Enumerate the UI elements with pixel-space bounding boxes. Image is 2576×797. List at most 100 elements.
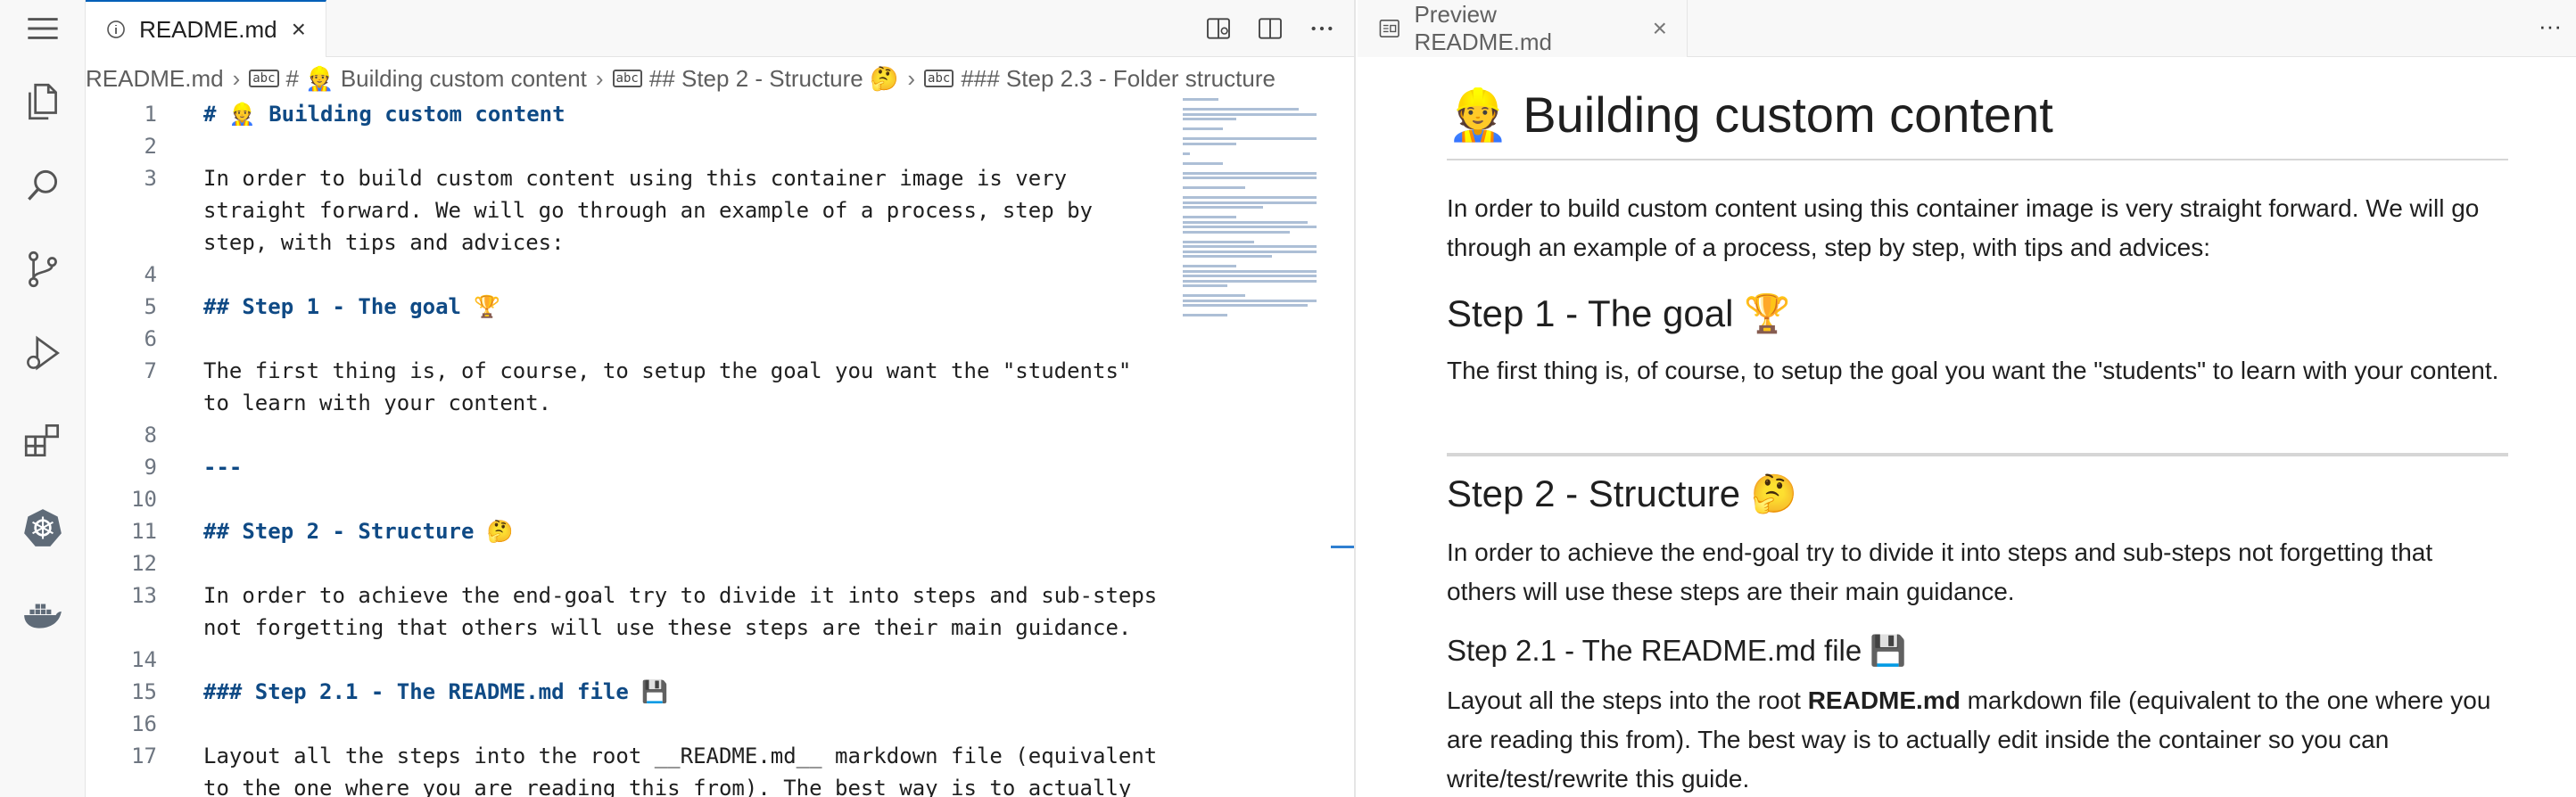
code-line[interactable]: 11 ## Step 2 - Structure 🤔	[86, 515, 1156, 547]
line-text: straight forward. We will go through an …	[203, 198, 1093, 223]
minimap-line	[1183, 196, 1317, 199]
minimap-line	[1183, 255, 1272, 258]
more-actions-icon[interactable]: ···	[2539, 12, 2562, 40]
line-text: ## Step 1 - The goal 🏆	[203, 294, 501, 319]
breadcrumb-file[interactable]: README.md	[86, 65, 224, 93]
minimap-line	[1183, 177, 1317, 179]
code-line[interactable]: not forgetting that others will use thes…	[86, 612, 1156, 644]
minimap-line	[1183, 299, 1317, 302]
close-icon[interactable]: ×	[1653, 14, 1667, 43]
line-number: 4	[144, 262, 157, 287]
open-preview-icon[interactable]	[1204, 14, 1233, 43]
minimap-line	[1183, 269, 1317, 273]
tab-readme-label: README.md	[139, 15, 277, 43]
minimap-line	[1183, 294, 1245, 297]
source-control-icon[interactable]	[20, 246, 66, 292]
code-line[interactable]: 13 In order to achieve the end-goal try t…	[86, 579, 1158, 612]
chevron-right-icon: ›	[907, 64, 916, 92]
code-line[interactable]: 5 ## Step 1 - The goal 🏆	[86, 291, 1156, 323]
line-number: 2	[144, 134, 157, 159]
minimap-line	[1183, 245, 1317, 248]
run-debug-icon[interactable]	[20, 330, 66, 376]
minimap-line	[1183, 220, 1308, 224]
tab-preview-readme[interactable]: Preview README.md ×	[1358, 0, 1688, 57]
line-text: step, with tips and advices:	[203, 230, 565, 255]
code-line[interactable]: 17 Layout all the steps into the root __R…	[86, 740, 1158, 772]
minimap-line	[1183, 137, 1317, 140]
code-line[interactable]: 12	[86, 547, 1156, 579]
code-line[interactable]: 1 # 👷 Building custom content	[86, 98, 1156, 130]
line-number: 14	[131, 647, 157, 672]
more-actions-icon[interactable]	[1308, 14, 1336, 43]
line-number: 7	[144, 358, 157, 383]
minimap-line	[1183, 186, 1245, 189]
code-line[interactable]: 4	[86, 259, 1156, 291]
code-line[interactable]: straight forward. We will go through an …	[86, 194, 1156, 226]
line-text: Layout all the steps into the root __REA…	[203, 744, 1158, 768]
explorer-icon[interactable]	[20, 78, 66, 125]
menu-icon[interactable]	[20, 5, 66, 52]
preview-h2-goal: Step 1 - The goal 🏆	[1447, 292, 1791, 334]
symbol-string-icon: abc	[249, 70, 279, 87]
code-line[interactable]: 10	[86, 483, 1156, 515]
chevron-right-icon: ›	[595, 64, 604, 92]
line-number: 5	[144, 294, 157, 319]
line-number: 10	[131, 487, 157, 512]
symbol-string-icon: abc	[612, 70, 642, 87]
code-line[interactable]: to the one where you are reading this fr…	[86, 772, 1156, 797]
line-text: # 👷 Building custom content	[203, 102, 566, 127]
code-line[interactable]: to learn with your content.	[86, 387, 1156, 419]
code-line[interactable]: step, with tips and advices:	[86, 226, 1156, 259]
line-number: 17	[131, 744, 157, 768]
line-number: 1	[144, 102, 157, 127]
docker-icon[interactable]	[20, 592, 66, 638]
split-editor-icon[interactable]	[1256, 14, 1284, 43]
code-line[interactable]: 6	[86, 323, 1156, 355]
breadcrumb-heading-2[interactable]: ## Step 2 - Structure 🤔	[649, 65, 899, 93]
line-number: 13	[131, 583, 157, 608]
line-text: The first thing is, of course, to setup …	[203, 358, 1132, 383]
line-number: 15	[131, 679, 157, 704]
preview-h2-structure: Step 2 - Structure 🤔	[1447, 472, 1798, 514]
preview-group: Preview README.md × ··· 👷 Building custo…	[1358, 0, 2576, 797]
minimap-line	[1183, 275, 1317, 277]
code-line[interactable]: 14	[86, 644, 1156, 676]
minimap-line	[1183, 250, 1317, 253]
code-line[interactable]: 2	[86, 130, 1156, 162]
minimap-line	[1183, 118, 1236, 120]
preview-paragraph-4: Layout all the steps into the root READM…	[1447, 681, 2508, 797]
code-line[interactable]: 9 ---	[86, 451, 1156, 483]
line-text: ## Step 2 - Structure 🤔	[203, 519, 514, 544]
line-number: 9	[144, 455, 157, 480]
line-number: 8	[144, 423, 157, 448]
preview-h3-readme: Step 2.1 - The README.md file 💾	[1447, 634, 1907, 667]
line-text: ### Step 2.1 - The README.md file 💾	[203, 679, 669, 704]
extensions-icon[interactable]	[20, 417, 66, 464]
search-icon[interactable]	[20, 162, 66, 209]
minimap-line	[1183, 112, 1317, 116]
tab-readme[interactable]: README.md ×	[86, 0, 326, 57]
code-line[interactable]: 7 The first thing is, of course, to setup…	[86, 355, 1156, 387]
breadcrumb-heading-1[interactable]: # 👷 Building custom content	[286, 65, 587, 93]
minimap-line	[1183, 152, 1190, 155]
editor-tabbar: README.md ×	[86, 0, 1354, 57]
chevron-right-icon: ›	[232, 64, 241, 92]
minimap[interactable]	[1183, 98, 1334, 330]
line-number: 16	[131, 711, 157, 736]
close-icon[interactable]: ×	[292, 15, 306, 44]
code-line[interactable]: 16	[86, 708, 1156, 740]
minimap-line	[1183, 206, 1263, 209]
line-text: In order to build custom content using t…	[203, 166, 1068, 191]
code-line[interactable]: 15 ### Step 2.1 - The README.md file 💾	[86, 676, 1156, 708]
minimap-line	[1183, 240, 1254, 243]
kubernetes-icon[interactable]	[20, 505, 66, 551]
breadcrumb-heading-3[interactable]: ### Step 2.3 - Folder structure	[961, 65, 1276, 93]
line-text: In order to achieve the end-goal try to …	[203, 583, 1158, 608]
code-line[interactable]: 8	[86, 419, 1156, 451]
line-text: to the one where you are reading this fr…	[203, 776, 1132, 797]
minimap-line	[1183, 230, 1290, 234]
preview-paragraph-2: The first thing is, of course, to setup …	[1447, 357, 2499, 384]
minimap-line	[1183, 108, 1299, 111]
info-icon	[107, 21, 125, 38]
code-line[interactable]: 3 In order to build custom content using …	[86, 162, 1156, 194]
